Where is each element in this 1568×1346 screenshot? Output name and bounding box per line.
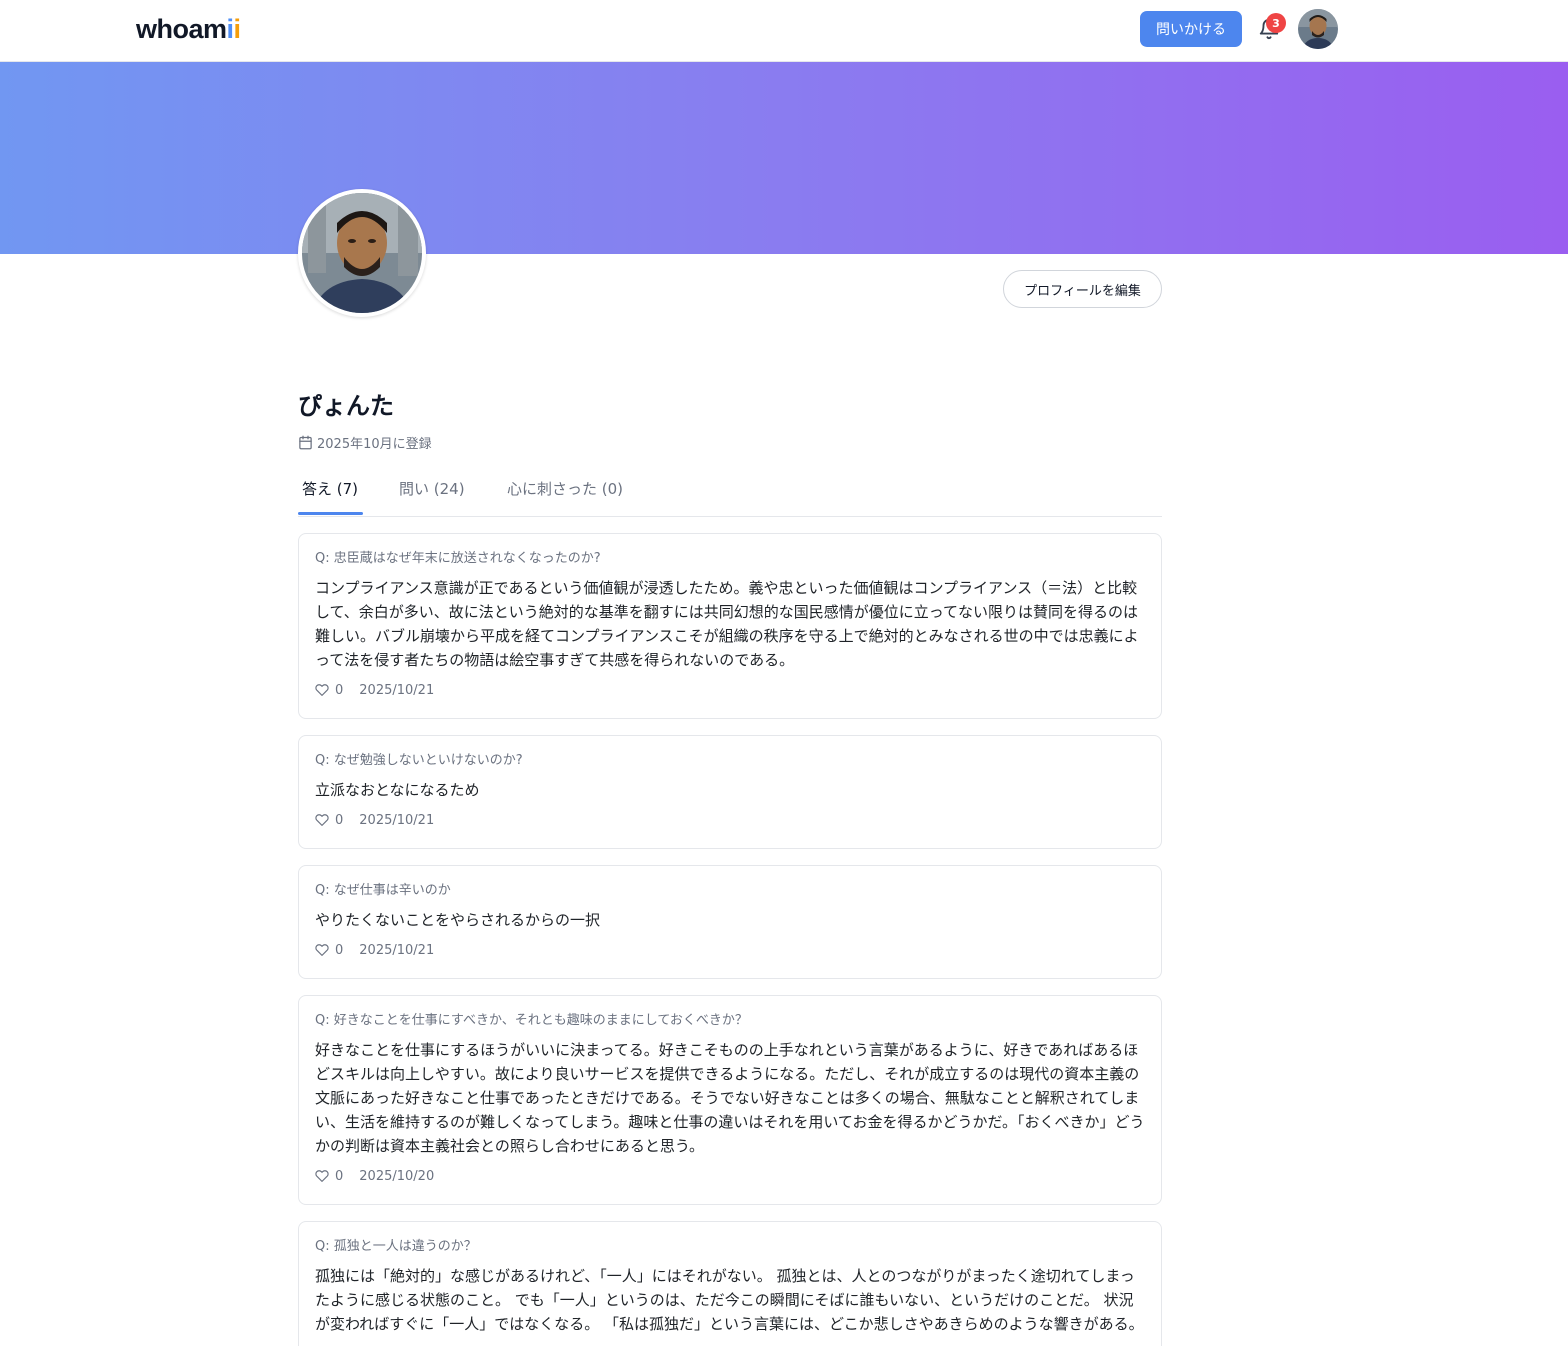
logo-text-i2: i bbox=[233, 14, 242, 44]
whoamii-logo[interactable]: whoamii bbox=[136, 14, 241, 45]
ask-question-button[interactable]: 問いかける bbox=[1140, 11, 1242, 47]
answer-text: 好きなことを仕事にするほうがいいに決まってる。好きこそものの上手なれという言葉が… bbox=[315, 1041, 1145, 1155]
active-tab-indicator bbox=[298, 512, 363, 515]
answer-text: コンプライアンス意識が正であるという価値観が浸透したため。義や忠といった価値観は… bbox=[315, 579, 1139, 669]
heart-icon[interactable] bbox=[315, 683, 329, 697]
logo-text: whoam bbox=[136, 14, 227, 44]
answer-date: 2025/10/21 bbox=[359, 812, 435, 828]
profile-name: ぴょんた bbox=[298, 392, 394, 420]
answer-card[interactable]: Q: なぜ勉強しないといけないのか? 立派なおとなになるため 0 2025/10… bbox=[298, 735, 1162, 849]
notification-count-badge: 3 bbox=[1266, 13, 1286, 33]
tab-questions[interactable]: 問い (24) bbox=[399, 478, 465, 516]
question-text[interactable]: Q: 忠臣蔵はなぜ年末に放送されなくなったのか? bbox=[315, 550, 1145, 568]
answer-date: 2025/10/21 bbox=[359, 942, 435, 958]
heart-icon[interactable] bbox=[315, 813, 329, 827]
tab-answers[interactable]: 答え (7) bbox=[302, 478, 358, 516]
joined-date-text: 2025年10月に登録 bbox=[317, 437, 432, 452]
answer-meta: 0 2025/10/21 bbox=[315, 680, 1145, 700]
logo-text-i1: i bbox=[226, 14, 235, 44]
like-count: 0 bbox=[335, 812, 344, 828]
answer-meta: 0 2025/10/20 bbox=[315, 1166, 1145, 1186]
tab-resonated[interactable]: 心に刺さった (0) bbox=[507, 478, 623, 516]
edit-profile-button[interactable]: プロフィールを編集 bbox=[1003, 270, 1162, 308]
answer-card[interactable]: Q: なぜ仕事は辛いのか やりたくないことをやらされるからの一択 0 2025/… bbox=[298, 865, 1162, 979]
question-text[interactable]: Q: 孤独と一人は違うのか？ bbox=[315, 1238, 1145, 1256]
profile-avatar bbox=[298, 189, 426, 317]
profile-cover-banner bbox=[0, 62, 1568, 254]
question-text[interactable]: Q: なぜ勉強しないといけないのか? bbox=[315, 752, 1145, 770]
like-count: 0 bbox=[335, 1168, 344, 1184]
joined-date: 2025年10月に登録 bbox=[298, 433, 432, 452]
heart-icon[interactable] bbox=[315, 943, 329, 957]
answer-text: 立派なおとなになるため bbox=[315, 781, 480, 799]
heart-icon[interactable] bbox=[315, 1169, 329, 1183]
answer-text: 孤独には「絶対的」な感じがあるけれど、「一人」にはそれがない。 孤独とは、人との… bbox=[315, 1267, 1144, 1333]
user-avatar[interactable] bbox=[1298, 9, 1338, 49]
answer-meta: 0 2025/10/21 bbox=[315, 940, 1145, 960]
like-count: 0 bbox=[335, 682, 344, 698]
question-text[interactable]: Q: なぜ仕事は辛いのか bbox=[315, 882, 1145, 900]
like-count: 0 bbox=[335, 942, 344, 958]
answer-meta: 0 2025/10/21 bbox=[315, 810, 1145, 830]
answer-date: 2025/10/21 bbox=[359, 682, 435, 698]
calendar-icon bbox=[299, 435, 312, 450]
answer-card[interactable]: Q: 孤独と一人は違うのか？ 孤独には「絶対的」な感じがあるけれど、「一人」には… bbox=[298, 1221, 1162, 1346]
question-text[interactable]: Q: 好きなことを仕事にすべきか、それとも趣味のままにしておくべきか？ bbox=[315, 1012, 1145, 1030]
answer-card[interactable]: Q: 忠臣蔵はなぜ年末に放送されなくなったのか? コンプライアンス意識が正である… bbox=[298, 533, 1162, 719]
answer-date: 2025/10/20 bbox=[359, 1168, 435, 1184]
profile-tabs: 答え (7) 問い (24) 心に刺さった (0) bbox=[298, 470, 1162, 517]
top-navigation-bar: whoamii 問いかける 3 bbox=[0, 0, 1568, 62]
answer-text: やりたくないことをやらされるからの一択 bbox=[315, 911, 601, 929]
answer-card[interactable]: Q: 好きなことを仕事にすべきか、それとも趣味のままにしておくべきか？ 好きなこ… bbox=[298, 995, 1162, 1205]
